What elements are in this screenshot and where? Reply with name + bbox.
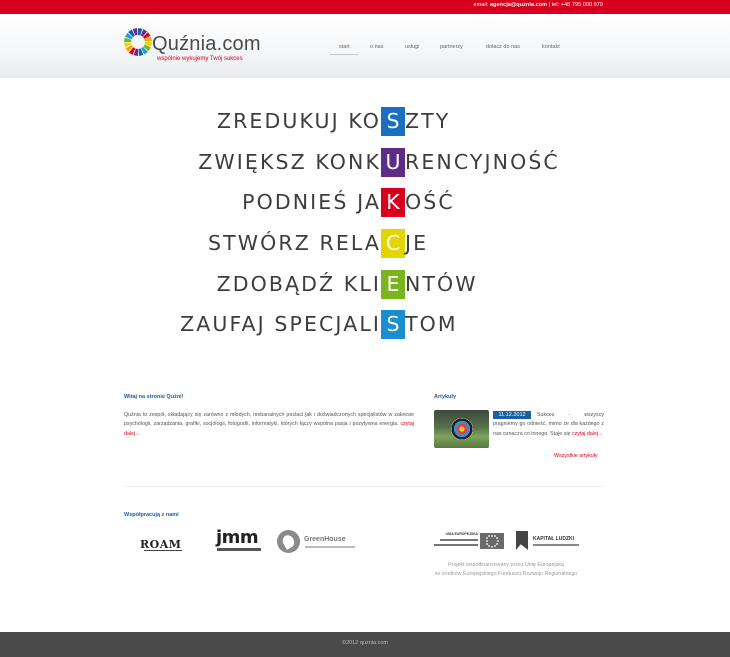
greenhouse-tagline-line [305,546,355,548]
acrostic-letter: S [381,107,405,136]
eu-flag-star-icon [491,545,493,548]
acrostic-before: ZWIĘKSZ KONK [198,150,381,174]
article-read-more-link[interactable]: czytaj dalej... [572,431,603,437]
jmm-logo-underline [217,548,261,551]
acrostic-row: ZREDUKUJ KO S ZTY [217,107,448,136]
acrostic-letter: E [381,270,405,299]
welcome-title: Witaj na stronie Quźni! [124,394,184,400]
site-footer: ©2012 quznia.com [0,632,730,657]
logo-tagline: wspólnie wykujemy Twój sukces [157,56,243,62]
eu-flag-star-icon [485,540,488,542]
footer-copyright: ©2012 quznia.com [342,640,388,646]
eu-flag-star-icon [496,540,499,542]
acrostic-after: ZTY [405,109,451,133]
article-thumbnail[interactable] [434,410,489,448]
eu-funding-note: Projekt współfinansowany przez Unię Euro… [424,561,588,580]
acrostic-after: OŚĆ [405,190,455,214]
acrostic-row: ZAUFAJ SPECJALI S TOM [180,310,456,339]
eu-flag-star-icon [495,537,498,540]
acrostic-letter: K [381,188,405,217]
acrostic-before: STWÓRZ RELA [208,231,381,255]
nav-o-nas[interactable]: o nas [370,44,383,50]
eu-logo-caption: UNIA EUROPEJSKA [432,532,478,550]
section-divider [124,486,604,487]
acrostic-before: ZDOBĄDŹ KLI [216,272,381,296]
partner-greenhouse-logo[interactable]: GreenHouse [277,530,359,554]
nav-start[interactable]: start [330,44,359,55]
acrostic-after: TOM [405,312,458,336]
nav-kontakt[interactable]: kontakt [542,44,560,50]
acrostic-letter: C [381,229,405,258]
partner-roam-logo[interactable]: ROAM [138,534,188,554]
partner-jmm-logo[interactable]: jmm [216,527,262,555]
eu-note-line-1: Projekt współfinansowany przez Unię Euro… [448,562,564,568]
acrostic-before: PODNIEŚ JA [242,190,381,214]
eu-caption-line [440,539,478,541]
hero-acrostic: ZREDUKUJ KO S ZTY ZWIĘKSZ KONK U RENCYJN… [0,78,730,368]
acrostic-row: ZDOBĄDŹ KLI E NTÓW [217,270,476,299]
acrostic-row: ZWIĘKSZ KONK U RENCYJNOŚĆ [198,148,558,177]
welcome-body: Quźnia to zespół, składający się zarówno… [124,412,414,428]
phone-number: tel: +48 795 000 979 [551,2,603,8]
acrostic-before: ZREDUKUJ KO [216,109,381,133]
logo-wordmark: Quźnia.com [152,33,261,55]
articles-title: Artykuły [434,394,457,400]
eu-flag-icon [480,533,504,549]
all-articles-link[interactable]: Wszystkie artykuły [554,453,598,459]
jmm-logo-text: jmm [216,527,259,548]
acrostic-row: STWÓRZ RELA C JE [208,229,426,258]
email-link[interactable]: agencja@quznia.com [490,2,547,8]
acrostic-after: JE [405,231,429,255]
eu-flag-star-icon [486,537,489,540]
acrostic-row: PODNIEŚ JA K OŚĆ [242,188,453,217]
archery-target-image [451,418,473,440]
acrostic-after: RENCYJNOŚĆ [405,150,560,174]
site-header: Quźnia.com wspólnie wykujemy Twój sukces… [0,14,730,78]
email-label: email: [473,2,489,8]
eu-flag-star-icon [488,535,491,538]
logo-ring-icon [124,28,152,56]
eu-caption-text: UNIA EUROPEJSKA [445,532,478,536]
nav-uslugi[interactable]: usługi [405,44,419,50]
partners-title: Współpracują z nami [124,512,179,518]
eu-flag-star-icon [491,534,493,537]
top-contact-bar: email: agencja@quznia.com | tel: +48 795… [0,0,730,14]
kapital-ludzki-text: KAPITAŁ LUDZKI [533,536,575,542]
contact-separator: | [548,2,551,8]
acrostic-letter: S [381,310,405,339]
greenhouse-logo-text: GreenHouse [304,536,346,543]
site-logo[interactable]: Quźnia.com wspólnie wykujemy Twój sukces [123,27,263,67]
eu-flag-star-icon [495,542,498,545]
contact-info: email: agencja@quznia.com | tel: +48 795… [473,2,603,8]
nav-dolacz-do-nas[interactable]: dołacz do nas [486,44,520,50]
eu-flag-star-icon [493,544,496,547]
eu-caption-line [434,544,478,546]
kapital-ludzki-subline [533,544,579,546]
roam-logo-underline [144,550,182,551]
acrostic-after: NTÓW [405,272,478,296]
article-excerpt: Sukces - wszyscy pragniemy go odnieść, m… [493,411,604,439]
welcome-text: Quźnia to zespół, składający się zarówno… [124,411,414,439]
eu-note-line-2: ze środków Europejskiego Funduszu Rozwoj… [434,571,578,578]
acrostic-letter: U [381,148,405,177]
kapital-ludzki-mark-icon [516,531,528,550]
nav-partnerzy[interactable]: partnerzy [440,44,463,50]
kapital-ludzki-logo: KAPITAŁ LUDZKI [516,531,582,551]
acrostic-before: ZAUFAJ SPECJALI [180,312,381,336]
eu-flag-star-icon [488,544,491,547]
